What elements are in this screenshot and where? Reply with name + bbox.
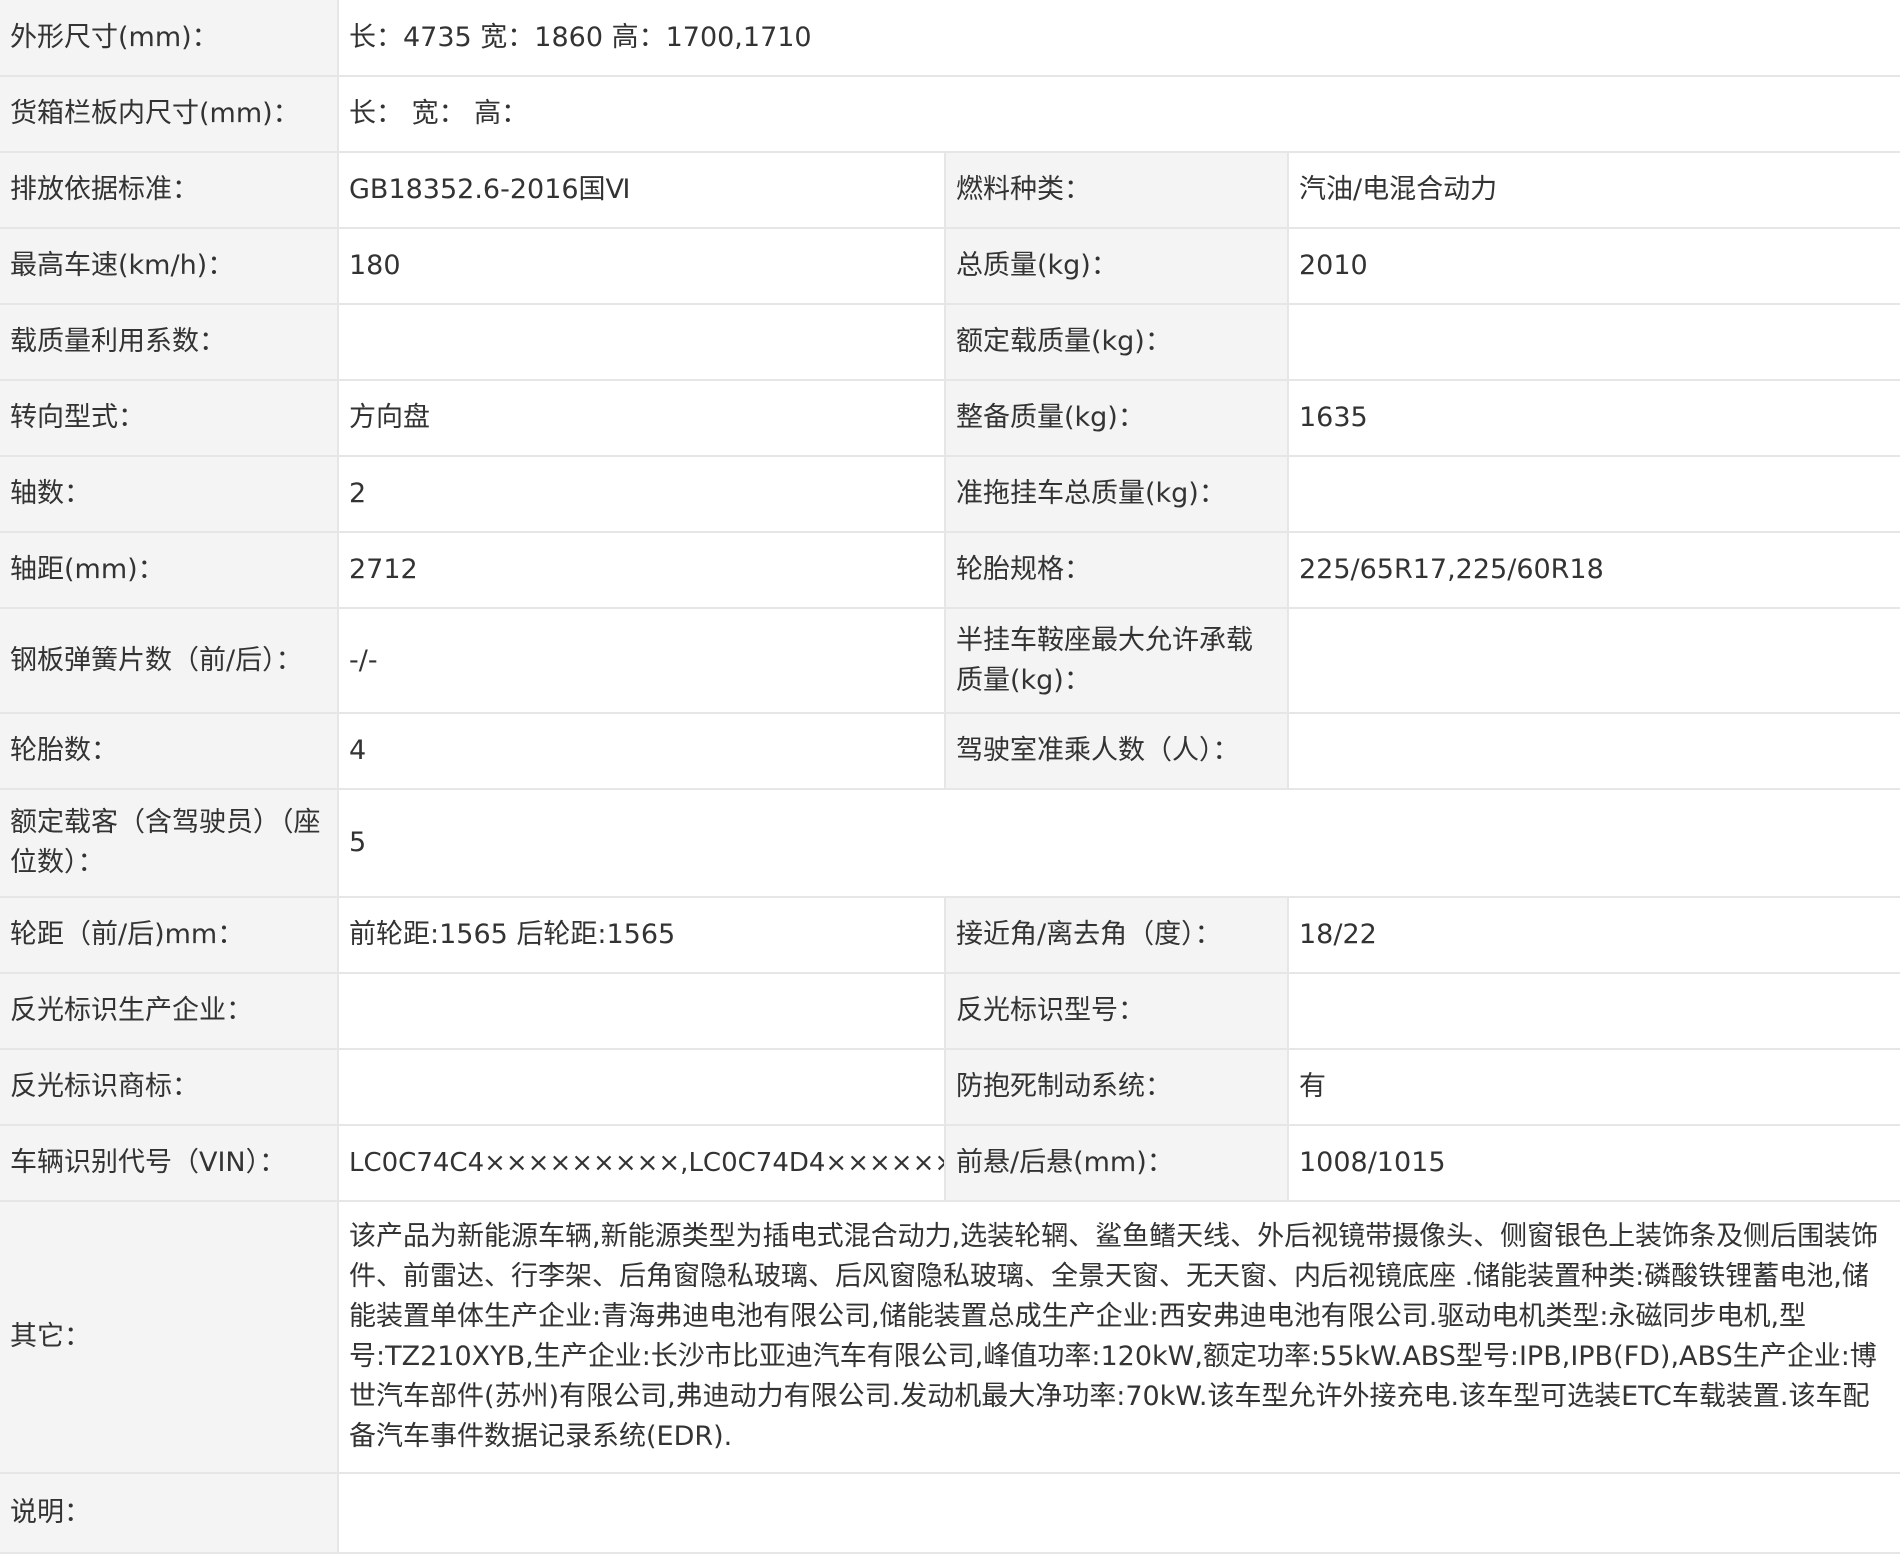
dimensions-value: 长：4735 宽：1860 高：1700,1710 [338, 0, 1900, 77]
tire-count-value: 4 [338, 713, 946, 790]
note-label: 说明： [0, 1473, 339, 1554]
tire-count-label: 轮胎数： [0, 713, 339, 790]
track-width-label: 轮距（前/后)mm： [0, 897, 339, 974]
reflector-maker-value [338, 973, 946, 1050]
approach-departure-angle-value: 18/22 [1288, 897, 1900, 974]
semi-trailer-saddle-value [1288, 608, 1900, 714]
emission-standard-value: GB18352.6-2016国Ⅵ [338, 152, 946, 229]
vin-label: 车辆识别代号（VIN）： [0, 1125, 339, 1202]
max-speed-label: 最高车速(km/h)： [0, 228, 339, 305]
rated-load-label: 额定载质量(kg)： [945, 304, 1289, 381]
vin-value: LC0C74C4×××××××××,LC0C74D4××××××××× [338, 1125, 946, 1202]
load-coefficient-label: 载质量利用系数： [0, 304, 339, 381]
table-row: 车辆识别代号（VIN）： LC0C74C4×××××××××,LC0C74D4×… [0, 1125, 1900, 1202]
table-row: 轴数： 2 准拖挂车总质量(kg)： [0, 456, 1900, 533]
overhang-value: 1008/1015 [1288, 1125, 1900, 1202]
table-row: 说明： [0, 1473, 1900, 1554]
table-row: 反光标识生产企业： 反光标识型号： [0, 973, 1900, 1050]
cargo-box-label: 货箱栏板内尺寸(mm)： [0, 76, 339, 153]
trailer-mass-value [1288, 456, 1900, 533]
reflector-brand-value [338, 1049, 946, 1126]
semi-trailer-saddle-label: 半挂车鞍座最大允许承载质量(kg)： [945, 608, 1289, 714]
wheelbase-value: 2712 [338, 532, 946, 609]
rated-passengers-value: 5 [338, 789, 1900, 898]
table-row: 反光标识商标： 防抱死制动系统： 有 [0, 1049, 1900, 1126]
cab-occupants-value [1288, 713, 1900, 790]
table-row: 外形尺寸(mm)： 长：4735 宽：1860 高：1700,1710 [0, 0, 1900, 77]
rated-passengers-label: 额定载客（含驾驶员）（座位数）： [0, 789, 339, 898]
steering-label: 转向型式： [0, 380, 339, 457]
table-row: 载质量利用系数： 额定载质量(kg)： [0, 304, 1900, 381]
reflector-model-label: 反光标识型号： [945, 973, 1289, 1050]
steering-value: 方向盘 [338, 380, 946, 457]
max-speed-value: 180 [338, 228, 946, 305]
table-row: 排放依据标准： GB18352.6-2016国Ⅵ 燃料种类： 汽油/电混合动力 [0, 152, 1900, 229]
table-row: 钢板弹簧片数（前/后）： -/- 半挂车鞍座最大允许承载质量(kg)： [0, 608, 1900, 714]
table-row: 额定载客（含驾驶员）（座位数）： 5 [0, 789, 1900, 898]
curb-mass-label: 整备质量(kg)： [945, 380, 1289, 457]
other-value: 该产品为新能源车辆,新能源类型为插电式混合动力,选装轮辋、鲨鱼鳍天线、外后视镜带… [338, 1201, 1900, 1474]
trailer-mass-label: 准拖挂车总质量(kg)： [945, 456, 1289, 533]
overhang-label: 前悬/后悬(mm)： [945, 1125, 1289, 1202]
fuel-type-label: 燃料种类： [945, 152, 1289, 229]
cargo-box-value: 长： 宽： 高： [338, 76, 1900, 153]
table-row: 轮胎数： 4 驾驶室准乘人数（人）： [0, 713, 1900, 790]
track-width-value: 前轮距:1565 后轮距:1565 [338, 897, 946, 974]
curb-mass-value: 1635 [1288, 380, 1900, 457]
tire-spec-label: 轮胎规格： [945, 532, 1289, 609]
reflector-brand-label: 反光标识商标： [0, 1049, 339, 1126]
vehicle-spec-table: 外形尺寸(mm)： 长：4735 宽：1860 高：1700,1710 货箱栏板… [0, 0, 1900, 1554]
load-coefficient-value [338, 304, 946, 381]
rated-load-value [1288, 304, 1900, 381]
table-row: 轮距（前/后)mm： 前轮距:1565 后轮距:1565 接近角/离去角（度）：… [0, 897, 1900, 974]
total-mass-label: 总质量(kg)： [945, 228, 1289, 305]
leaf-springs-value: -/- [338, 608, 946, 714]
fuel-type-value: 汽油/电混合动力 [1288, 152, 1900, 229]
abs-label: 防抱死制动系统： [945, 1049, 1289, 1126]
cab-occupants-label: 驾驶室准乘人数（人）： [945, 713, 1289, 790]
tire-spec-value: 225/65R17,225/60R18 [1288, 532, 1900, 609]
table-row: 最高车速(km/h)： 180 总质量(kg)： 2010 [0, 228, 1900, 305]
total-mass-value: 2010 [1288, 228, 1900, 305]
axle-count-label: 轴数： [0, 456, 339, 533]
abs-value: 有 [1288, 1049, 1900, 1126]
emission-standard-label: 排放依据标准： [0, 152, 339, 229]
table-row: 其它： 该产品为新能源车辆,新能源类型为插电式混合动力,选装轮辋、鲨鱼鳍天线、外… [0, 1201, 1900, 1474]
table-row: 轴距(mm)： 2712 轮胎规格： 225/65R17,225/60R18 [0, 532, 1900, 609]
table-row: 货箱栏板内尺寸(mm)： 长： 宽： 高： [0, 76, 1900, 153]
wheelbase-label: 轴距(mm)： [0, 532, 339, 609]
axle-count-value: 2 [338, 456, 946, 533]
note-value [338, 1473, 1900, 1554]
approach-departure-angle-label: 接近角/离去角（度）： [945, 897, 1289, 974]
table-row: 转向型式： 方向盘 整备质量(kg)： 1635 [0, 380, 1900, 457]
dimensions-label: 外形尺寸(mm)： [0, 0, 339, 77]
leaf-springs-label: 钢板弹簧片数（前/后）： [0, 608, 339, 714]
other-label: 其它： [0, 1201, 339, 1474]
reflector-model-value [1288, 973, 1900, 1050]
reflector-maker-label: 反光标识生产企业： [0, 973, 339, 1050]
